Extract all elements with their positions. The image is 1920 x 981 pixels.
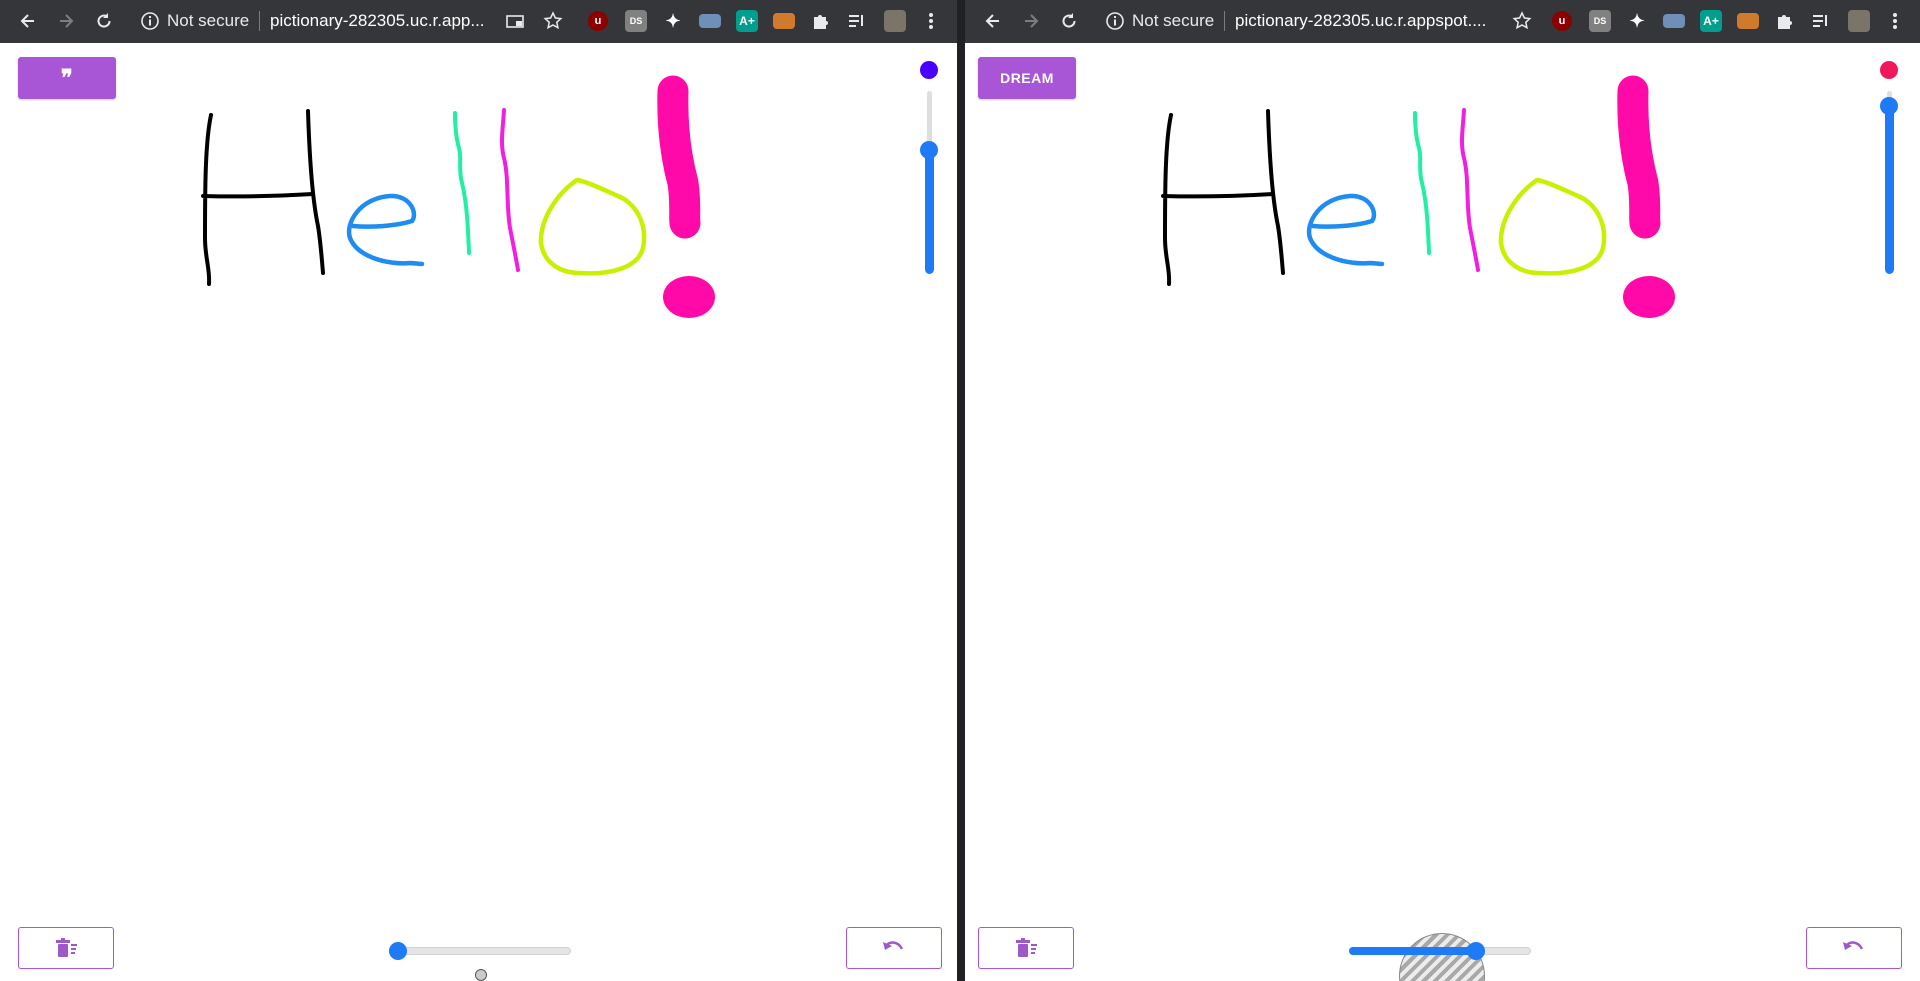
clear-canvas-button[interactable] [18,927,114,969]
avatar[interactable] [1848,10,1870,32]
slider-fill [1349,947,1477,955]
security-label[interactable]: Not secure [167,11,249,31]
grammar-icon[interactable]: A+ [736,10,758,32]
grammar-icon[interactable]: A+ [1700,10,1722,32]
stroke-exclamation-dot [1623,276,1675,318]
drawing-canvas[interactable] [0,43,957,981]
url-text[interactable]: pictionary-282305.uc.r.app... [270,11,490,31]
brush-size-vertical-slider[interactable] [1880,91,1898,274]
omnibox-separator [259,11,260,31]
reload-icon[interactable] [91,8,117,34]
browser-toolbar: Not secure pictionary-282305.uc.r.app...… [0,0,957,43]
stroke-l-magenta [1459,108,1480,272]
avatar[interactable] [884,10,906,32]
stroke-H [1161,109,1285,286]
tab-icon[interactable] [1663,14,1685,28]
stroke-exclamation-bar [1617,75,1661,239]
stroke-o [538,177,647,276]
forward-icon[interactable] [1018,8,1044,34]
slider-thumb[interactable] [1880,96,1898,115]
info-icon[interactable] [1104,10,1126,32]
slider-track [389,947,571,955]
brush-cursor-preview [475,969,487,981]
delete-sweep-icon [56,938,77,957]
reload-icon[interactable] [1056,8,1082,34]
color-picker-dot[interactable] [1880,61,1898,79]
security-label[interactable]: Not secure [1132,11,1214,31]
playlist-icon[interactable] [847,11,867,31]
stroke-exclamation-dot [663,276,715,318]
puzzle-icon[interactable] [1774,11,1794,31]
bird-icon[interactable]: ✦ [662,10,684,32]
back-icon[interactable] [15,8,41,34]
stroke-l-green [453,111,471,255]
slider-thumb[interactable] [920,140,938,159]
slider-fill [1885,105,1894,274]
forward-icon[interactable] [53,8,79,34]
more-menu-icon[interactable] [921,11,941,31]
screen-icon[interactable] [1737,13,1759,29]
stroke-H [201,109,325,286]
quote-icon: ❞ [60,65,74,90]
puzzle-icon[interactable] [810,11,830,31]
quote-button[interactable]: ❞ [18,57,116,99]
drawing-page: DREAM [965,43,1920,981]
back-icon[interactable] [980,8,1006,34]
stroke-exclamation-bar [657,75,701,239]
undo-button[interactable] [1806,927,1902,969]
screen-icon[interactable] [773,13,795,29]
undo-button[interactable] [846,927,942,969]
bookmark-star-icon[interactable] [1512,11,1532,31]
brush-size-vertical-slider[interactable] [920,91,938,274]
stroke-l-magenta [499,108,520,272]
undo-icon [883,941,904,950]
stroke-e [346,193,425,267]
ublock-icon[interactable]: u [588,11,608,31]
undo-icon [1843,941,1864,950]
dream-button[interactable]: DREAM [978,57,1076,99]
stroke-l-green [1413,111,1431,255]
delete-sweep-icon [1016,938,1037,957]
slider-thumb[interactable] [389,942,408,960]
info-icon[interactable] [139,10,161,32]
slider-fill [925,149,934,274]
stroke-e [1306,193,1385,267]
browser-toolbar: Not secure pictionary-282305.uc.r.appspo… [965,0,1920,43]
url-text[interactable]: pictionary-282305.uc.r.appspot.... [1235,11,1500,31]
dictionary-icon[interactable]: DS [1589,10,1611,32]
playlist-icon[interactable] [1811,11,1831,31]
omnibox-separator [1224,11,1225,31]
drawing-page: ❞ [0,43,957,981]
clear-canvas-button[interactable] [978,927,1074,969]
dictionary-icon[interactable]: DS [625,10,647,32]
browser-window-left: Not secure pictionary-282305.uc.r.app...… [0,0,957,981]
ublock-icon[interactable]: u [1552,11,1572,31]
bird-icon[interactable]: ✦ [1626,10,1648,32]
tab-icon[interactable] [699,14,721,28]
cast-icon[interactable] [505,12,525,32]
color-picker-dot[interactable] [920,61,938,79]
brush-size-horizontal-slider[interactable] [389,942,571,960]
stroke-o [1498,177,1607,276]
browser-window-right: Not secure pictionary-282305.uc.r.appspo… [965,0,1920,981]
brush-size-horizontal-slider[interactable] [1349,942,1531,960]
drawing-canvas[interactable] [965,43,1920,981]
bookmark-star-icon[interactable] [543,11,563,31]
more-menu-icon[interactable] [1885,11,1905,31]
